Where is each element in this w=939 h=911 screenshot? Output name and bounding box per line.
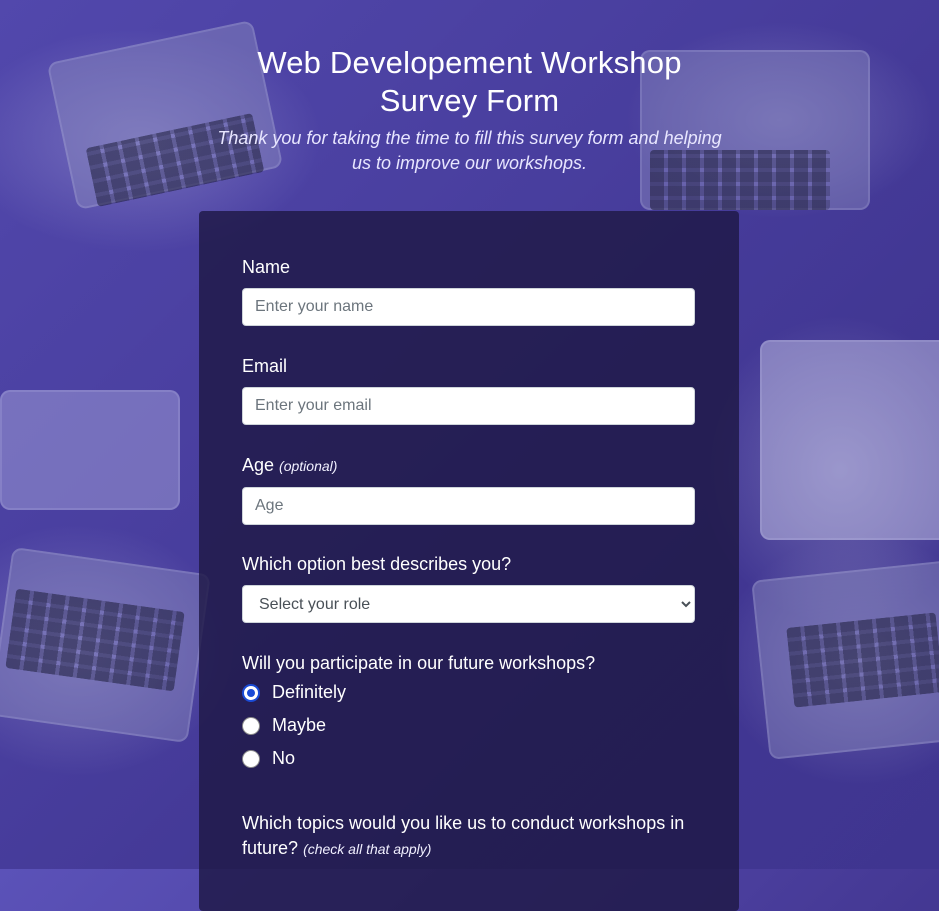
age-label: Age (optional) <box>242 454 695 477</box>
topics-label: Which topics would you like us to conduc… <box>242 811 695 862</box>
radio-option-maybe[interactable]: Maybe <box>242 709 695 742</box>
age-label-text: Age <box>242 455 275 475</box>
keyboard-image <box>786 612 939 708</box>
age-field-group: Age (optional) <box>242 454 695 525</box>
radio-label: Definitely <box>272 682 347 702</box>
page-header: Web Developement Workshop Survey Form Th… <box>0 44 939 176</box>
participate-label: Will you participate in our future works… <box>242 653 596 673</box>
name-label: Name <box>242 257 291 277</box>
topics-field-group: Which topics would you like us to conduc… <box>242 811 695 862</box>
radio-button-checked[interactable] <box>242 683 260 702</box>
radio-option-definitely[interactable]: Definitely <box>242 676 695 709</box>
radio-button[interactable] <box>242 749 260 768</box>
email-field-group: Email <box>242 355 695 425</box>
participate-field-group: Will you participate in our future works… <box>242 652 695 775</box>
email-input[interactable] <box>242 387 695 425</box>
name-input[interactable] <box>242 288 695 326</box>
page-title: Web Developement Workshop Survey Form <box>257 45 682 118</box>
role-field-group: Which option best describes you? Select … <box>242 553 695 623</box>
paper-image <box>760 340 939 540</box>
topics-check-all-hint: (check all that apply) <box>303 841 432 857</box>
radio-label: Maybe <box>272 715 327 735</box>
age-input[interactable] <box>242 487 695 525</box>
role-dropdown[interactable]: Select your role <box>242 585 695 623</box>
page-description: Thank you for taking the time to fill th… <box>217 128 722 173</box>
email-label: Email <box>242 356 288 376</box>
name-field-group: Name <box>242 256 695 326</box>
paper-image <box>0 390 180 510</box>
role-label: Which option best describes you? <box>242 554 512 574</box>
survey-form: Name Email Age (optional) Which option b… <box>199 211 739 911</box>
radio-option-no[interactable]: No <box>242 742 695 775</box>
age-optional-hint: (optional) <box>279 458 338 474</box>
radio-label: No <box>272 748 296 768</box>
radio-button[interactable] <box>242 716 260 735</box>
